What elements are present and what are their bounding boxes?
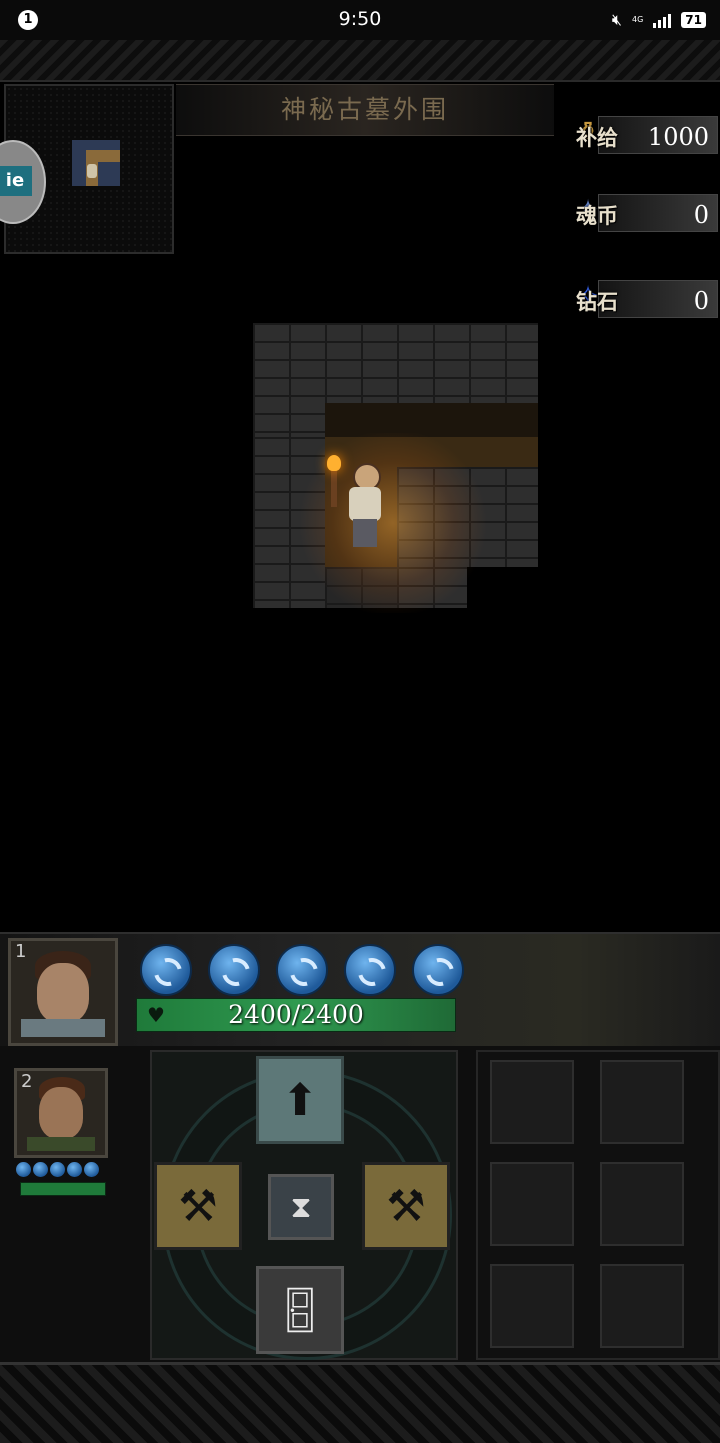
hero-slot-number: 2	[21, 1071, 33, 1092]
hero-2-hp-bar	[20, 1182, 106, 1196]
inventory-slot[interactable]	[490, 1162, 574, 1246]
hero-1-hp-text: 2400/2400	[228, 1000, 364, 1029]
assist-button-label: ie	[0, 166, 32, 196]
inventory-slot[interactable]	[490, 1060, 574, 1144]
exit-door-button[interactable]: 🚪︎	[256, 1266, 344, 1354]
network-type: 4G	[632, 15, 644, 24]
dig-left-button[interactable]: ⚒	[154, 1162, 242, 1250]
torch-icon	[331, 467, 337, 507]
move-up-button[interactable]: ⬆	[256, 1056, 344, 1144]
energy-orb-icon	[412, 944, 464, 996]
top-ornament-border	[0, 40, 720, 82]
supply-counter: 1000 ⚱ 补给	[566, 112, 718, 156]
inventory-slot[interactable]	[600, 1162, 684, 1246]
hero-1-energy-orbs	[140, 944, 464, 996]
control-area: 2 ⬆ ⚒ ⚒ ⧗ 🚪︎	[0, 1046, 720, 1362]
torch-light	[293, 433, 493, 613]
dungeon-view[interactable]	[253, 323, 538, 613]
battery-level: 71	[681, 12, 706, 28]
shovel-icon: ⚒	[178, 1180, 218, 1232]
wall-shadow	[325, 403, 538, 437]
hero-2-portrait[interactable]: 2	[14, 1068, 108, 1158]
energy-orb-icon	[208, 944, 260, 996]
energy-orb-icon	[344, 944, 396, 996]
mute-icon: 🔇︎	[611, 10, 622, 29]
signal-icon	[653, 12, 672, 28]
diamond-value: 0	[693, 287, 709, 315]
inventory-slot[interactable]	[490, 1264, 574, 1348]
soul-coin-counter: 0 ✦ 魂币	[566, 190, 718, 234]
inventory-slot[interactable]	[600, 1264, 684, 1348]
movement-pad: ⬆ ⚒ ⚒ ⧗ 🚪︎	[150, 1050, 458, 1360]
player-character	[327, 455, 389, 549]
active-hero-panel: 1 ♥ 2400/2400	[0, 932, 720, 1048]
bottom-ornament-border	[0, 1362, 720, 1443]
dig-right-button[interactable]: ⚒	[362, 1162, 450, 1250]
shovel-icon: ⚒	[386, 1180, 426, 1232]
door-icon: 🚪︎	[272, 1285, 328, 1336]
hero-slot-number: 1	[15, 941, 27, 962]
diamond-label: 钻石	[576, 289, 618, 314]
energy-orb-icon	[276, 944, 328, 996]
notification-badge: 1	[18, 10, 38, 30]
status-bar: 1 9:50 🔇︎ 4G 71	[0, 0, 720, 40]
energy-orb-icon	[33, 1162, 48, 1177]
soul-coin-value: 0	[693, 201, 709, 229]
energy-orb-icon	[16, 1162, 31, 1177]
energy-orb-icon	[140, 944, 192, 996]
arrow-up-icon: ⬆	[281, 1074, 319, 1126]
energy-orb-icon	[50, 1162, 65, 1177]
soul-coin-label: 魂币	[576, 203, 618, 228]
supply-value: 1000	[647, 123, 709, 151]
map-title: 神秘古墓外围	[280, 95, 449, 124]
map-title-banner: 神秘古墓外围	[176, 84, 554, 136]
energy-orb-icon	[84, 1162, 99, 1177]
diamond-counter: 0 ✧ 钻石	[566, 276, 718, 320]
hourglass-icon: ⧗	[290, 1189, 312, 1225]
minimap-player-marker	[87, 164, 97, 178]
inventory-grid	[476, 1050, 720, 1360]
energy-orb-icon	[67, 1162, 82, 1177]
supply-label: 补给	[576, 125, 618, 150]
hero-2-energy-orbs	[16, 1162, 99, 1177]
torch-flame	[327, 455, 341, 471]
hero-1-hp-bar: ♥ 2400/2400	[136, 998, 456, 1032]
status-time: 9:50	[338, 8, 382, 30]
wait-button[interactable]: ⧗	[268, 1174, 334, 1240]
inventory-slot[interactable]	[600, 1060, 684, 1144]
hero-1-portrait[interactable]: 1	[8, 938, 118, 1046]
